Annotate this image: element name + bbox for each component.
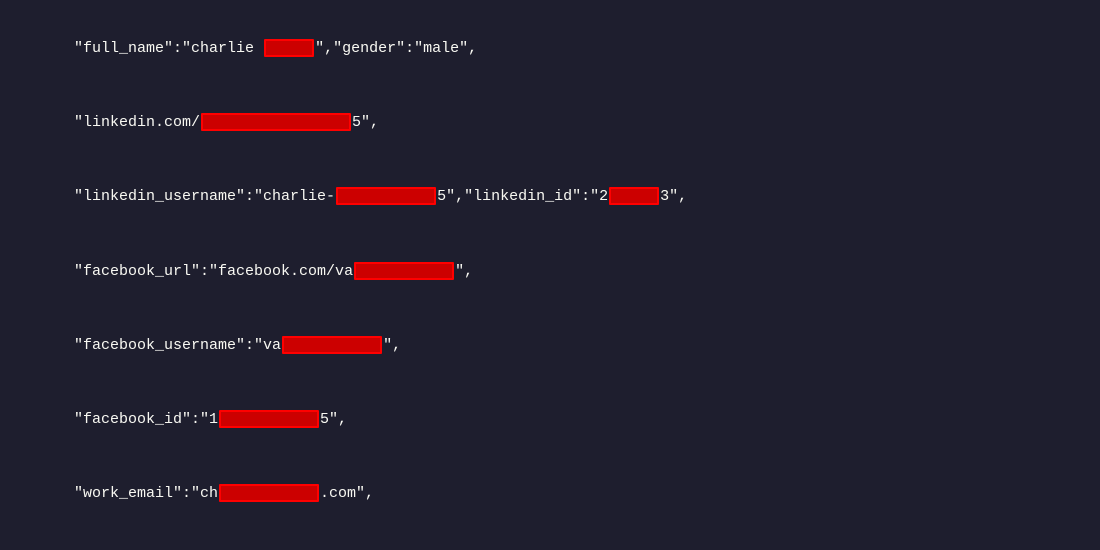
line-3: "linkedin_username":"charlie- 5","linked… [20, 161, 1080, 235]
line-8: "mobile_phone":"+15 8", [20, 532, 1080, 550]
redacted-block [609, 187, 659, 205]
redacted-block [336, 187, 436, 205]
line-6: "facebook_id":"1 5", [20, 383, 1080, 457]
redacted-block [354, 262, 454, 280]
redacted-block [201, 113, 351, 131]
line-2: "linkedin.com/ 5", [20, 86, 1080, 160]
line-1: "full_name":"charlie ","gender":"male", [20, 12, 1080, 86]
redacted-block [219, 410, 319, 428]
line-5: "facebook_username":"va ", [20, 309, 1080, 383]
code-display: "full_name":"charlie ","gender":"male", … [0, 0, 1100, 550]
redacted-block [219, 484, 319, 502]
redacted-block [264, 39, 314, 57]
redacted-block [282, 336, 382, 354]
line-7: "work_email":"ch .com", [20, 458, 1080, 532]
line-4: "facebook_url":"facebook.com/va ", [20, 235, 1080, 309]
